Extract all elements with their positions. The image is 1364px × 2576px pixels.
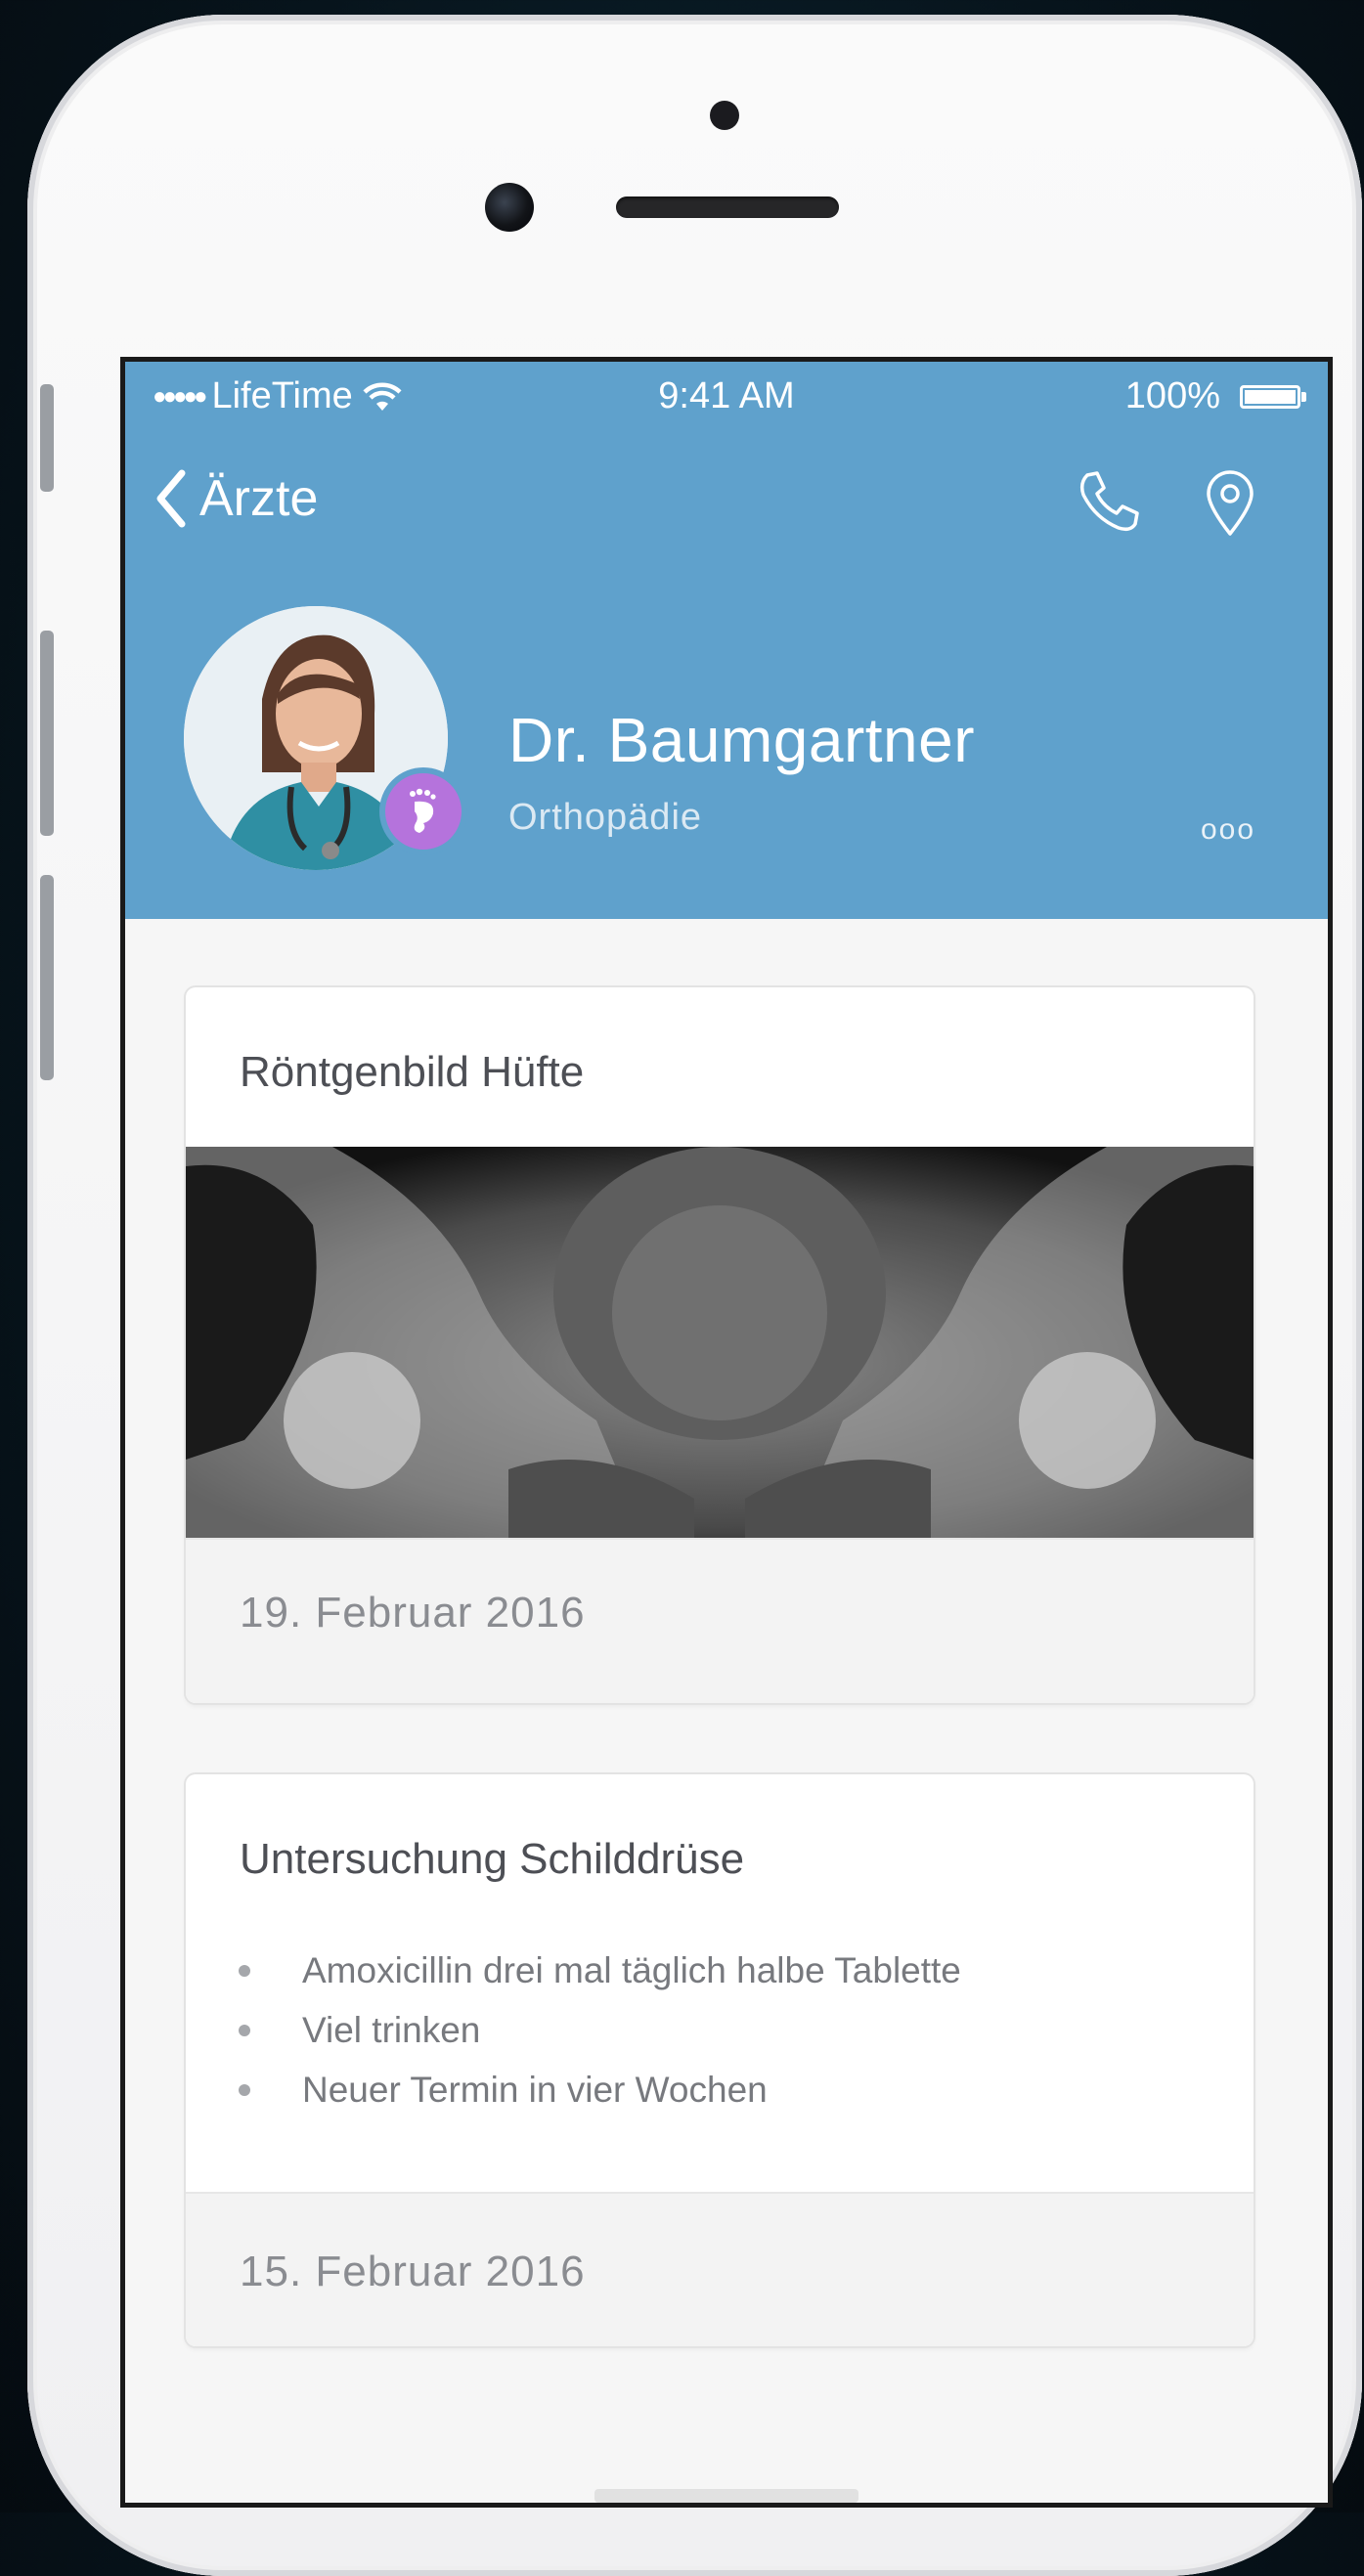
back-label: Ärzte [199,470,319,527]
more-options-button[interactable]: ooo [1201,813,1255,847]
back-button[interactable]: Ärzte [154,469,318,528]
status-bar: ●●●●● LifeTime 9:41 AM 100% [125,375,1328,424]
record-card-xray[interactable]: Röntgenbild Hüfte 19. Februar 2016 [186,987,1254,1703]
card-date: 15. Februar 2016 [240,2248,586,2295]
list-item: Amoxicillin drei mal täglich halbe Table… [225,1941,961,2000]
card-title: Röntgenbild Hüfte [240,1048,585,1096]
foot-icon [410,788,436,833]
note-text: Amoxicillin drei mal täglich halbe Table… [302,1949,961,1990]
list-item: Viel trinken [225,2000,961,2060]
bullet-icon [239,2024,250,2036]
earpiece-speaker [616,196,839,218]
proximity-sensor [710,101,739,130]
battery-percent: 100% [1124,375,1220,416]
location-button[interactable] [1201,467,1259,543]
card-title: Untersuchung Schilddrüse [240,1835,745,1883]
navigation-bar: Ärzte [125,459,1328,547]
note-text: Neuer Termin in vier Wochen [302,2069,768,2110]
bullet-icon [239,2083,250,2096]
phone-icon [1079,471,1139,532]
doctor-name: Dr. Baumgartner [508,705,976,775]
chevron-left-icon [156,469,186,528]
bullet-icon [239,1964,250,1977]
mute-switch [40,384,54,492]
xray-image[interactable] [186,1147,1254,1538]
doctor-specialty: Orthopädie [508,797,703,838]
map-pin-icon [1207,470,1254,536]
notes-list: Amoxicillin drei mal täglich halbe Table… [225,1941,961,2119]
app-screen: ●●●●● LifeTime 9:41 AM 100% Ärzte Dr. Ba… [125,362,1328,2503]
volume-up-button [40,631,54,836]
note-text: Viel trinken [302,2009,481,2050]
record-card-thyroid[interactable]: Untersuchung Schilddrüse Amoxicillin dre… [186,1774,1254,2346]
call-button[interactable] [1074,467,1144,543]
battery-icon [1240,385,1300,409]
front-camera [485,183,534,232]
card-footer: 15. Februar 2016 [186,2192,1254,2346]
card-footer: 19. Februar 2016 [186,1538,1254,1703]
phone-frame: ●●●●● LifeTime 9:41 AM 100% Ärzte Dr. Ba… [27,15,1362,2576]
volume-down-button [40,875,54,1080]
pelvis-xray [186,1147,1254,1538]
bottom-bar-edge [594,2489,858,2503]
list-item: Neuer Termin in vier Wochen [225,2060,961,2119]
doctor-header: ●●●●● LifeTime 9:41 AM 100% Ärzte Dr. Ba… [125,362,1328,919]
battery-cap [1301,392,1306,402]
specialty-badge [379,767,467,855]
card-date: 19. Februar 2016 [240,1589,586,1637]
